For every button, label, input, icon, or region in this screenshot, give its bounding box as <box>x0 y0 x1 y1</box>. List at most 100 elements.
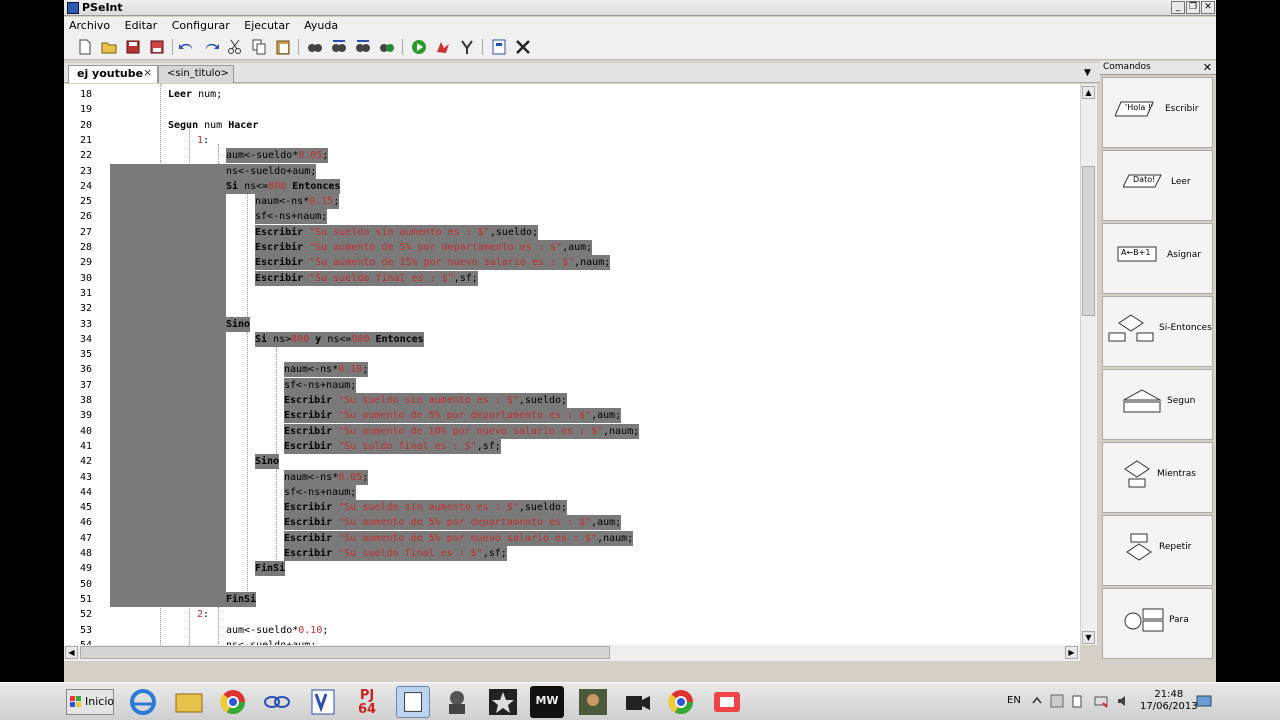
command-mientras[interactable]: Mientras <box>1102 442 1213 513</box>
flowchart-icon[interactable] <box>490 38 508 56</box>
code-line[interactable]: 43 naum<-ns*0.05; <box>64 469 1080 485</box>
menu-configurar[interactable]: Configurar <box>172 17 230 34</box>
code-line[interactable]: 25 naum<-ns*0.15; <box>64 194 1080 210</box>
code-line[interactable]: 27 Escribir "Su sueldo sin aumento es : $… <box>64 224 1080 240</box>
code-line[interactable]: 33 Sino <box>64 316 1080 332</box>
visio-icon[interactable] <box>306 686 340 718</box>
tray-app-icon[interactable] <box>1050 694 1064 708</box>
code-line[interactable]: 34 Si ns>800 y ns<=900 Entonces <box>64 331 1080 347</box>
replace-icon[interactable] <box>378 38 396 56</box>
new-file-icon[interactable] <box>76 38 94 56</box>
code-line[interactable]: 23 ns<-sueldo+aum; <box>64 163 1080 179</box>
code-line[interactable]: 37 sf<-ns+naum; <box>64 377 1080 393</box>
command-asignar[interactable]: A←B+1 Asignar <box>1102 223 1213 294</box>
show-desktop-icon[interactable] <box>1196 695 1212 709</box>
scroll-right-icon[interactable]: ▶ <box>1065 646 1078 659</box>
command-repetir[interactable]: Repetir <box>1102 515 1213 586</box>
code-line[interactable]: 54 ns<-sueldo+aum; <box>64 638 1080 645</box>
project64-icon[interactable]: PJ 64 <box>350 686 384 718</box>
menu-editar[interactable]: Editar <box>125 17 158 34</box>
code-line[interactable]: 18 Leer num; <box>64 87 1080 102</box>
code-editor[interactable]: 18 Leer num; 19 20 Segun num Hacer 21 1: 22 aum<… <box>64 84 1080 645</box>
code-line[interactable]: 47 Escribir "Su aumento de 5% por nuevo s… <box>64 530 1080 546</box>
code-line[interactable]: 52 2: <box>64 607 1080 622</box>
game-mw-icon[interactable]: MW <box>530 686 564 718</box>
undo-icon[interactable] <box>178 38 196 56</box>
minimize-button[interactable]: _ <box>1171 1 1185 14</box>
scroll-thumb[interactable] <box>1082 166 1095 316</box>
screen-recorder-icon[interactable] <box>710 686 744 718</box>
code-line[interactable]: 39 Escribir "Su aumento de 5% por departa… <box>64 408 1080 424</box>
menu-ejecutar[interactable]: Ejecutar <box>244 17 289 34</box>
command-para[interactable]: Para <box>1102 588 1213 659</box>
paste-icon[interactable] <box>274 38 292 56</box>
code-line[interactable]: 28 Escribir "Su aumento de 5% por departa… <box>64 240 1080 255</box>
code-line[interactable]: 38 Escribir "Su sueldo sin aumento es : $… <box>64 393 1080 408</box>
command-segun[interactable]: Segun <box>1102 369 1213 440</box>
network-icon[interactable] <box>1094 694 1108 708</box>
code-line[interactable]: 46 Escribir "Su aumento de 5% por departa… <box>64 515 1080 531</box>
code-line[interactable]: 31 <box>64 286 1080 301</box>
file-explorer-icon[interactable] <box>172 686 206 718</box>
code-line[interactable]: 19 <box>64 102 1080 117</box>
code-line[interactable]: 53 aum<-sueldo*0.10; <box>64 623 1080 638</box>
command-si-entonces[interactable]: Si-Entonces <box>1102 296 1213 367</box>
code-line[interactable]: 41 Escribir "Su suldo final es : $",sf; <box>64 438 1080 454</box>
battery-icon[interactable] <box>1072 694 1082 708</box>
menu-ayuda[interactable]: Ayuda <box>304 17 338 34</box>
code-line[interactable]: 51 FinSi <box>64 591 1080 607</box>
code-line[interactable]: 32 <box>64 301 1080 316</box>
editor-vertical-scrollbar[interactable]: ▲ ▼ <box>1081 84 1097 645</box>
close-program-icon[interactable] <box>514 38 532 56</box>
debug-icon[interactable] <box>458 38 476 56</box>
start-button[interactable]: Inicio <box>66 689 114 715</box>
game-star-icon[interactable] <box>486 686 520 718</box>
tray-expand-icon[interactable] <box>1032 695 1042 707</box>
redo-icon[interactable] <box>202 38 220 56</box>
scroll-left-icon[interactable]: ◀ <box>65 646 78 659</box>
close-button[interactable]: ✕ <box>1201 1 1215 14</box>
save-as-icon[interactable] <box>148 38 166 56</box>
save-icon[interactable] <box>124 38 142 56</box>
cut-icon[interactable] <box>226 38 244 56</box>
internet-explorer-icon[interactable] <box>126 686 160 718</box>
scroll-down-icon[interactable]: ▼ <box>1082 631 1095 644</box>
game-warrior-icon[interactable] <box>576 686 610 718</box>
command-escribir[interactable]: 'Hola !' Escribir <box>1102 77 1213 148</box>
code-line[interactable]: 44 sf<-ns+naum; <box>64 484 1080 500</box>
volume-icon[interactable] <box>1116 694 1130 708</box>
code-line[interactable]: 36 naum<-ns*0.10; <box>64 362 1080 378</box>
code-line[interactable]: 20 Segun num Hacer <box>64 118 1080 133</box>
restore-button[interactable]: ❐ <box>1186 1 1200 14</box>
code-line[interactable]: 50 <box>64 577 1080 592</box>
system-clock[interactable]: 21:48 17/06/2013 <box>1140 689 1198 713</box>
tab-sin-titulo[interactable]: <sin_titulo> <box>158 65 234 83</box>
language-indicator[interactable]: EN <box>1007 695 1021 706</box>
code-line[interactable]: 35 <box>64 347 1080 362</box>
code-line[interactable]: 21 1: <box>64 133 1080 148</box>
pseint-taskbar-icon[interactable] <box>396 686 430 718</box>
code-line[interactable]: 30 Escribir "Su sueldo final es : $",sf; <box>64 270 1080 286</box>
game-soldier-icon[interactable] <box>440 686 474 718</box>
code-line[interactable]: 45 Escribir "Su sueldo sin aumento es : $… <box>64 500 1080 516</box>
editor-horizontal-scrollbar[interactable]: ◀ ▶ <box>64 645 1080 661</box>
find-next-icon[interactable] <box>330 38 348 56</box>
code-line[interactable]: 40 Escribir "Su aumento de 10% por nuevo … <box>64 423 1080 439</box>
code-line[interactable]: 24 Si ns<=800 Entonces <box>64 178 1080 194</box>
copy-icon[interactable] <box>250 38 268 56</box>
code-line[interactable]: 48 Escribir "Su sueldo final es : $",sf; <box>64 546 1080 561</box>
step-run-icon[interactable] <box>434 38 452 56</box>
open-file-icon[interactable] <box>100 38 118 56</box>
chrome-icon-2[interactable] <box>664 686 698 718</box>
code-line[interactable]: 22 aum<-sueldo*0.05; <box>64 148 1080 164</box>
video-camera-icon[interactable] <box>620 686 654 718</box>
tab-close-icon[interactable]: × <box>143 66 152 79</box>
commands-panel-close-icon[interactable]: ✕ <box>1203 61 1212 74</box>
code-line[interactable]: 29 Escribir "Su aumento de 15% por nuevo … <box>64 255 1080 271</box>
code-line[interactable]: 49 FinSi <box>64 561 1080 577</box>
menu-archivo[interactable]: Archivo <box>69 17 110 34</box>
tab-list-dropdown-icon[interactable]: ▼ <box>1084 68 1091 78</box>
scroll-thumb[interactable] <box>80 646 610 659</box>
code-line[interactable]: 26 sf<-ns+naum; <box>64 209 1080 225</box>
run-icon[interactable] <box>410 38 428 56</box>
